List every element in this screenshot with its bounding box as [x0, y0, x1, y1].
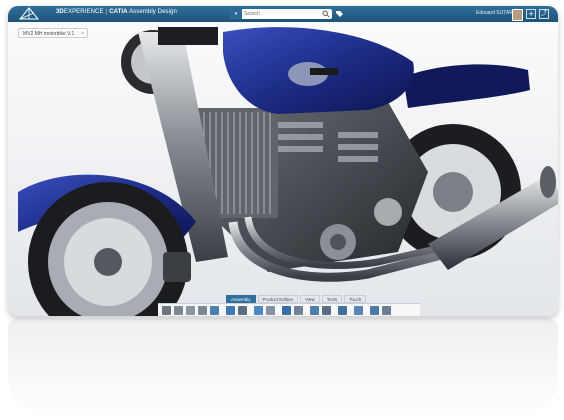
top-bar: 3DEXPERIENCE|CATIA Assembly Design ▾ Edo…	[8, 6, 558, 22]
paste-icon[interactable]	[186, 305, 195, 315]
action-bar	[158, 303, 420, 316]
replace-icon[interactable]	[238, 305, 247, 315]
search-input[interactable]	[242, 10, 318, 18]
fix-icon[interactable]	[338, 305, 347, 315]
measure-icon[interactable]	[266, 305, 275, 315]
align-icon[interactable]	[370, 305, 379, 315]
share-icon[interactable]: ⤴	[539, 9, 549, 19]
search-icon[interactable]	[322, 10, 330, 18]
document-tab[interactable]: MV2 MH motorbike V.1 ×	[18, 28, 88, 38]
product-name: CATIA	[109, 9, 128, 15]
app-window: 3DEXPERIENCE|CATIA Assembly Design ▾ Edo…	[8, 6, 558, 316]
reflection	[8, 318, 558, 418]
section-icon[interactable]	[282, 305, 291, 315]
close-icon[interactable]: ×	[81, 29, 84, 39]
tab-view[interactable]: View	[300, 295, 320, 303]
module-name: Assembly Design	[129, 9, 177, 15]
explode-icon[interactable]	[254, 305, 263, 315]
brand-prefix: 3D	[56, 9, 64, 15]
add-icon[interactable]: +	[526, 9, 536, 19]
document-tab-label: MV2 MH motorbike V.1	[23, 31, 75, 37]
search-box: ▾	[230, 9, 332, 19]
insert-product-icon[interactable]	[226, 305, 235, 315]
tab-touch[interactable]: Touch	[344, 295, 367, 303]
undo-icon[interactable]	[210, 305, 219, 315]
clash-icon[interactable]	[310, 305, 319, 315]
compass-icon[interactable]	[16, 7, 42, 21]
title-separator: |	[105, 9, 108, 15]
zoom-icon[interactable]	[354, 305, 363, 315]
tab-product-edition[interactable]: Product Edition	[257, 295, 299, 303]
delete-icon[interactable]	[198, 305, 207, 315]
user-name[interactable]: Edouard SUTAR	[476, 10, 513, 16]
cut-icon[interactable]	[162, 305, 171, 315]
avatar[interactable]	[512, 9, 523, 21]
tab-assembly[interactable]: Assembly	[226, 295, 256, 303]
tab-tools[interactable]: Tools	[321, 295, 343, 303]
constraint-icon[interactable]	[322, 305, 331, 315]
tag-icon[interactable]	[335, 10, 344, 18]
action-bar-tabs: Assembly Product Edition View Tools Touc…	[226, 295, 367, 303]
sweep-icon[interactable]	[294, 305, 303, 315]
app-title: 3DEXPERIENCE | CATIA Assembly Design	[56, 9, 177, 15]
3d-viewport[interactable]	[8, 22, 558, 316]
brand-name: EXPERIENCE	[63, 9, 104, 15]
group-icon[interactable]	[382, 305, 391, 315]
copy-icon[interactable]	[174, 305, 183, 315]
search-scope-dropdown[interactable]: ▾	[230, 9, 242, 19]
